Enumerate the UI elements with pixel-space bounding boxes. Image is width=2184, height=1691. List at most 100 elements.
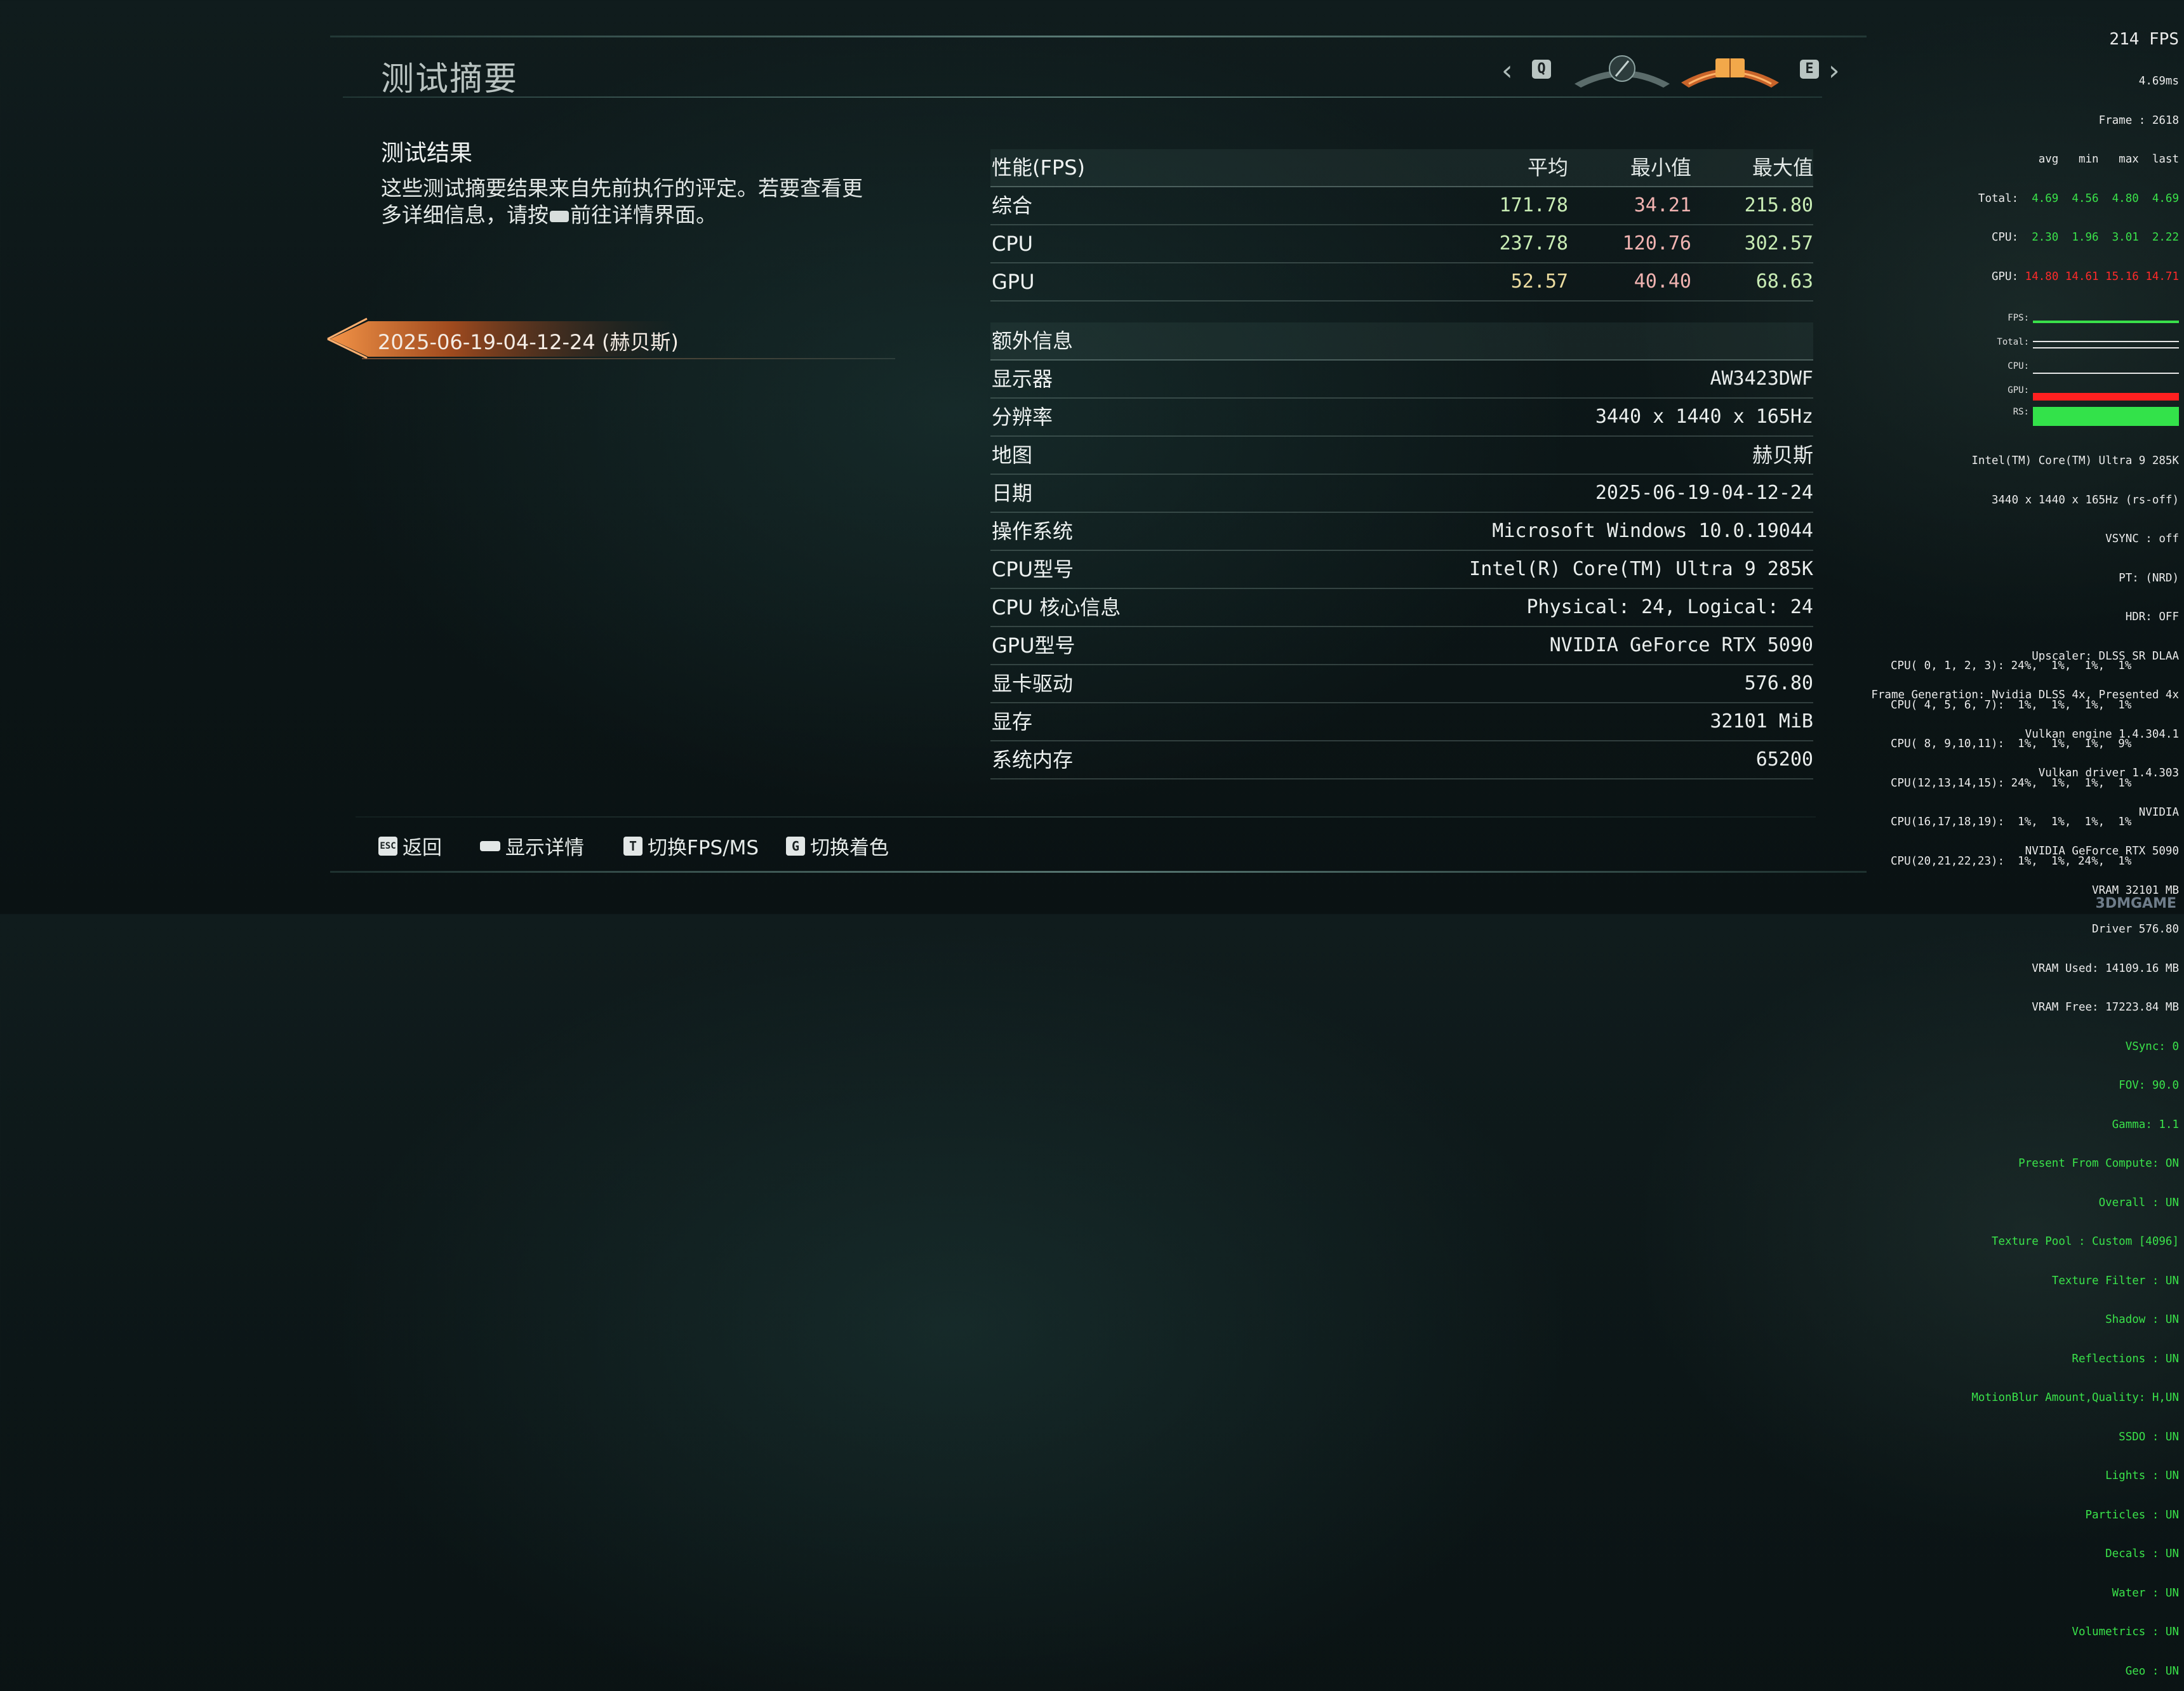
stat-values: 2.30 1.96 3.01 2.22 — [2032, 231, 2179, 244]
stat-values: 14.80 14.61 15.16 14.71 — [2025, 270, 2179, 283]
perf-min: 34.21 — [1634, 194, 1691, 216]
session-label: 2025-06-19-04-12-24 (赫贝斯) — [378, 330, 679, 354]
overlay-setting: Lights : UN — [2105, 1469, 2179, 1482]
graph-label: CPU: — [2008, 361, 2029, 371]
perf-row-label: CPU — [992, 232, 1034, 256]
stat-values: 4.69 4.56 4.80 4.69 — [2032, 192, 2179, 205]
graph-line — [2033, 341, 2179, 342]
page-title: 测试摘要 — [381, 60, 519, 98]
perf-min: 120.76 — [1622, 232, 1691, 255]
graph-gpu: GPU: — [2008, 384, 2179, 407]
overlay-info: HDR: OFF — [2125, 611, 2179, 623]
graph-cpu: CPU: — [2008, 360, 2179, 383]
table-row: 综合 171.78 34.21 215.80 — [990, 187, 1813, 225]
table-row: GPU 52.57 40.40 68.63 — [990, 263, 1813, 302]
overlay-stat-total: Total: 4.69 4.56 4.80 4.69 — [1785, 192, 2179, 206]
perf-min: 40.40 — [1634, 270, 1691, 293]
results-desc-after: 前往详情界面。 — [570, 202, 717, 227]
book-icon[interactable] — [1676, 52, 1784, 90]
t-key-icon: T — [623, 836, 643, 856]
overlay-setting: Gamma: 1.1 — [2112, 1118, 2179, 1131]
compass-icon[interactable] — [1568, 52, 1676, 90]
graph-line — [2033, 393, 2179, 401]
session-underline — [362, 358, 895, 359]
graph-fps: FPS: — [2008, 312, 2179, 335]
info-value: NVIDIA GeForce RTX 5090 — [1549, 634, 1813, 656]
overlay-setting: Reflections : UN — [2072, 1352, 2179, 1365]
results-title: 测试结果 — [381, 140, 473, 166]
overlay-setting: Particles : UN — [2085, 1508, 2179, 1522]
session-item[interactable]: 2025-06-19-04-12-24 (赫贝斯) — [324, 317, 895, 362]
toggle-fps-label: 切换FPS/MS — [648, 837, 759, 859]
overlay-info: VSYNC : off — [2105, 533, 2179, 545]
toggle-color-label: 切换着色 — [810, 837, 889, 859]
overlay-stats-header: avg min max last — [2038, 153, 2179, 166]
info-value: 3440 x 1440 x 165Hz — [1595, 406, 1813, 428]
table-row: 显示器 AW3423DWF — [990, 361, 1813, 399]
footer-top-line — [356, 816, 1816, 818]
graph-rs: RS: — [2013, 406, 2179, 428]
perf-avg: 52.57 — [1510, 270, 1568, 293]
top-frame-line — [330, 36, 1867, 37]
performance-header-label: 性能(FPS) — [992, 156, 1085, 180]
toggle-fps-ms-button[interactable]: T 切换FPS/MS — [623, 832, 759, 859]
overlay-setting: Present From Compute: ON — [2018, 1157, 2179, 1170]
perf-avg: 171.78 — [1499, 194, 1568, 216]
graph-label: FPS: — [2008, 313, 2029, 323]
extra-info-header: 额外信息 — [990, 322, 1813, 361]
overlay-setting: Texture Pool : Custom [4096] — [1991, 1235, 2179, 1248]
graph-total: Total: — [1997, 336, 2179, 359]
overlay-setting: Water : UN — [2112, 1586, 2179, 1600]
bottom-frame-line — [330, 871, 1867, 873]
cpu-core-row: CPU( 0, 1, 2, 3): 24%, 1%, 1%, 1% — [1891, 660, 2132, 672]
watermark-logo: 3DMGAME — [2095, 896, 2176, 912]
show-details-button[interactable]: 显示详情 — [480, 832, 584, 859]
table-row: GPU型号 NVIDIA GeForce RTX 5090 — [990, 627, 1813, 665]
table-row: 显卡驱动 576.80 — [990, 665, 1813, 703]
overlay-stat-cpu: CPU: 2.30 1.96 3.01 2.22 — [1785, 231, 2179, 244]
graph-line — [2033, 373, 2179, 374]
overlay-setting: Texture Filter : UN — [2051, 1274, 2179, 1287]
show-details-label: 显示详情 — [505, 837, 584, 859]
info-label: CPU型号 — [992, 557, 1074, 581]
back-button[interactable]: ESC 返回 — [378, 832, 442, 859]
overlay-frametime: 4.69ms — [2138, 75, 2179, 88]
overlay-setting: FOV: 90.0 — [2119, 1079, 2179, 1092]
info-value: Physical: 24, Logical: 24 — [1526, 596, 1813, 618]
info-label: 地图 — [992, 443, 1033, 467]
header-avg: 平均 — [1527, 156, 1568, 180]
overlay-setting: Shadow : UN — [2105, 1313, 2179, 1326]
title-underline — [343, 96, 1822, 98]
overlay-fps: 214 FPS — [2109, 30, 2179, 49]
overlay-setting: Geo : UN — [2125, 1664, 2179, 1678]
info-label: 显卡驱动 — [992, 672, 1074, 696]
info-label: 显存 — [992, 710, 1033, 734]
info-value: 2025-06-19-04-12-24 — [1595, 482, 1813, 504]
results-description: 这些测试摘要结果来自先前执行的评定。若要查看更多详细信息，请按 前往详情界面。 — [381, 175, 882, 229]
perf-avg: 237.78 — [1499, 232, 1568, 255]
cpu-core-usage: CPU( 0, 1, 2, 3): 24%, 1%, 1%, 1% CPU( 4… — [1891, 633, 2131, 881]
table-row: 显存 32101 MiB — [990, 703, 1813, 741]
cpu-core-row: CPU(20,21,22,23): 1%, 1%, 24%, 1% — [1891, 854, 2132, 868]
perf-row-label: 综合 — [992, 194, 1033, 218]
stat-label: GPU: — [1991, 270, 2019, 283]
chevron-left-icon[interactable]: ‹ — [1502, 55, 1513, 87]
graph-line — [2033, 347, 2179, 348]
overlay-setting: Volumetrics : UN — [2072, 1626, 2179, 1638]
info-label: 显示器 — [992, 367, 1053, 391]
info-value: Intel(R) Core(TM) Ultra 9 285K — [1469, 558, 1813, 580]
keyboard-key-icon — [480, 840, 500, 851]
info-label: 系统内存 — [992, 748, 1074, 772]
overlay-setting: Overall : UN — [2098, 1196, 2179, 1209]
graph-line — [2033, 407, 2179, 426]
overlay-setting: MotionBlur Amount,Quality: H,UN — [1971, 1391, 2179, 1404]
perf-row-label: GPU — [992, 270, 1035, 294]
stat-label: CPU: — [1991, 231, 2019, 244]
table-row: 地图 赫贝斯 — [990, 437, 1813, 475]
performance-table: 性能(FPS) 平均 最小值 最大值 综合 171.78 34.21 215.8… — [990, 149, 1813, 302]
header-min: 最小值 — [1630, 156, 1691, 180]
info-label: GPU型号 — [992, 633, 1075, 658]
toggle-color-button[interactable]: G 切换着色 — [786, 832, 889, 859]
g-key-icon: G — [786, 836, 805, 856]
overlay-setting: Decals : UN — [2105, 1548, 2179, 1560]
